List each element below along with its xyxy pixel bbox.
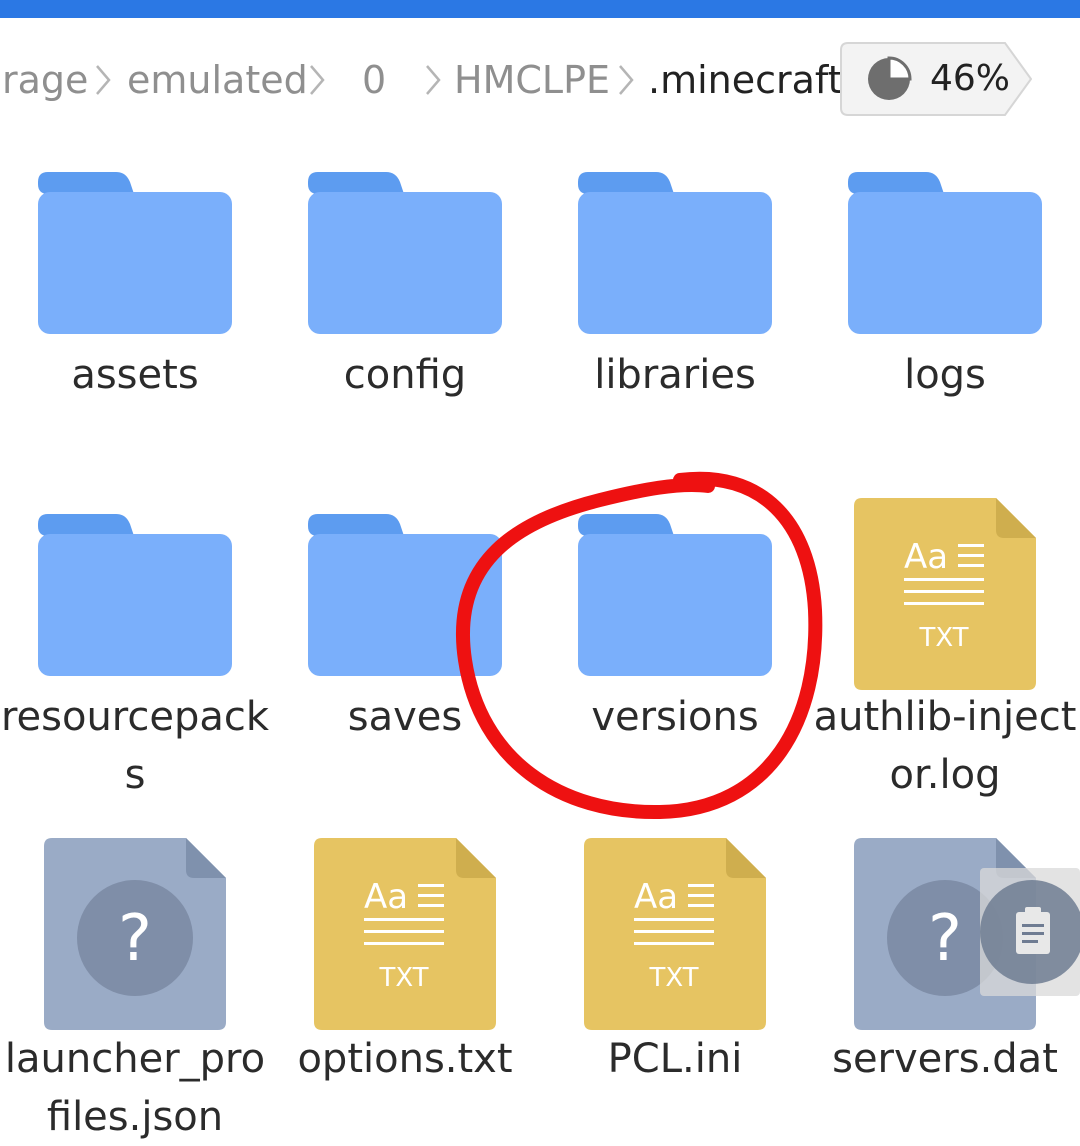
file-label: logs xyxy=(904,352,986,398)
chevron-right-icon xyxy=(426,65,441,95)
svg-text:TXT: TXT xyxy=(648,963,698,993)
storage-usage-button[interactable]: 46% xyxy=(840,42,1032,116)
chevron-right-icon xyxy=(310,65,325,95)
chevron-right-icon xyxy=(619,65,634,95)
breadcrumb-item-hmclpe[interactable]: HMCLPE xyxy=(454,57,610,103)
text-file-icon: Aa TXT xyxy=(854,498,1036,690)
storage-pie-icon xyxy=(868,56,912,100)
breadcrumb-item-current[interactable]: .minecraft xyxy=(648,57,843,103)
floating-clipboard-button[interactable] xyxy=(980,868,1080,996)
storage-percent: 46% xyxy=(930,58,1011,99)
file-label: options.txt xyxy=(297,1036,513,1082)
folder-icon xyxy=(308,172,502,334)
text-file-icon: Aa TXT xyxy=(584,838,766,1030)
folder-icon xyxy=(308,514,502,676)
file-label: assets xyxy=(71,352,199,398)
file-label: launcher_profiles.json xyxy=(4,1036,266,1140)
file-label: servers.dat xyxy=(832,1036,1058,1082)
folder-icon xyxy=(38,172,232,334)
folder-icon xyxy=(848,172,1042,334)
file-label: versions xyxy=(591,694,759,740)
svg-text:TXT: TXT xyxy=(918,623,968,653)
svg-text:TXT: TXT xyxy=(378,963,428,993)
svg-text:?: ? xyxy=(118,902,152,976)
unknown-file-icon: ? xyxy=(44,838,226,1030)
svg-text:Aa: Aa xyxy=(364,877,408,917)
status-bar xyxy=(0,0,1080,18)
breadcrumb-item-emulated[interactable]: emulated xyxy=(127,57,308,103)
folder-icon xyxy=(578,172,772,334)
file-label: saves xyxy=(347,694,463,740)
folder-icon xyxy=(38,514,232,676)
svg-text:?: ? xyxy=(928,902,962,976)
file-label: config xyxy=(343,352,467,398)
svg-text:Aa: Aa xyxy=(904,537,948,577)
breadcrumb-item-storage[interactable]: rage xyxy=(2,57,88,103)
folder-icon xyxy=(578,514,772,676)
text-file-icon: Aa TXT xyxy=(314,838,496,1030)
clipboard-icon xyxy=(980,868,1080,996)
file-label: libraries xyxy=(594,352,756,398)
file-label: authlib-injector.log xyxy=(813,694,1077,798)
chevron-right-icon xyxy=(96,65,111,95)
breadcrumb-item-0[interactable]: 0 xyxy=(362,57,386,103)
svg-text:Aa: Aa xyxy=(634,877,678,917)
file-label: PCL.ini xyxy=(607,1036,743,1082)
file-label: resourcepacks xyxy=(0,694,270,798)
